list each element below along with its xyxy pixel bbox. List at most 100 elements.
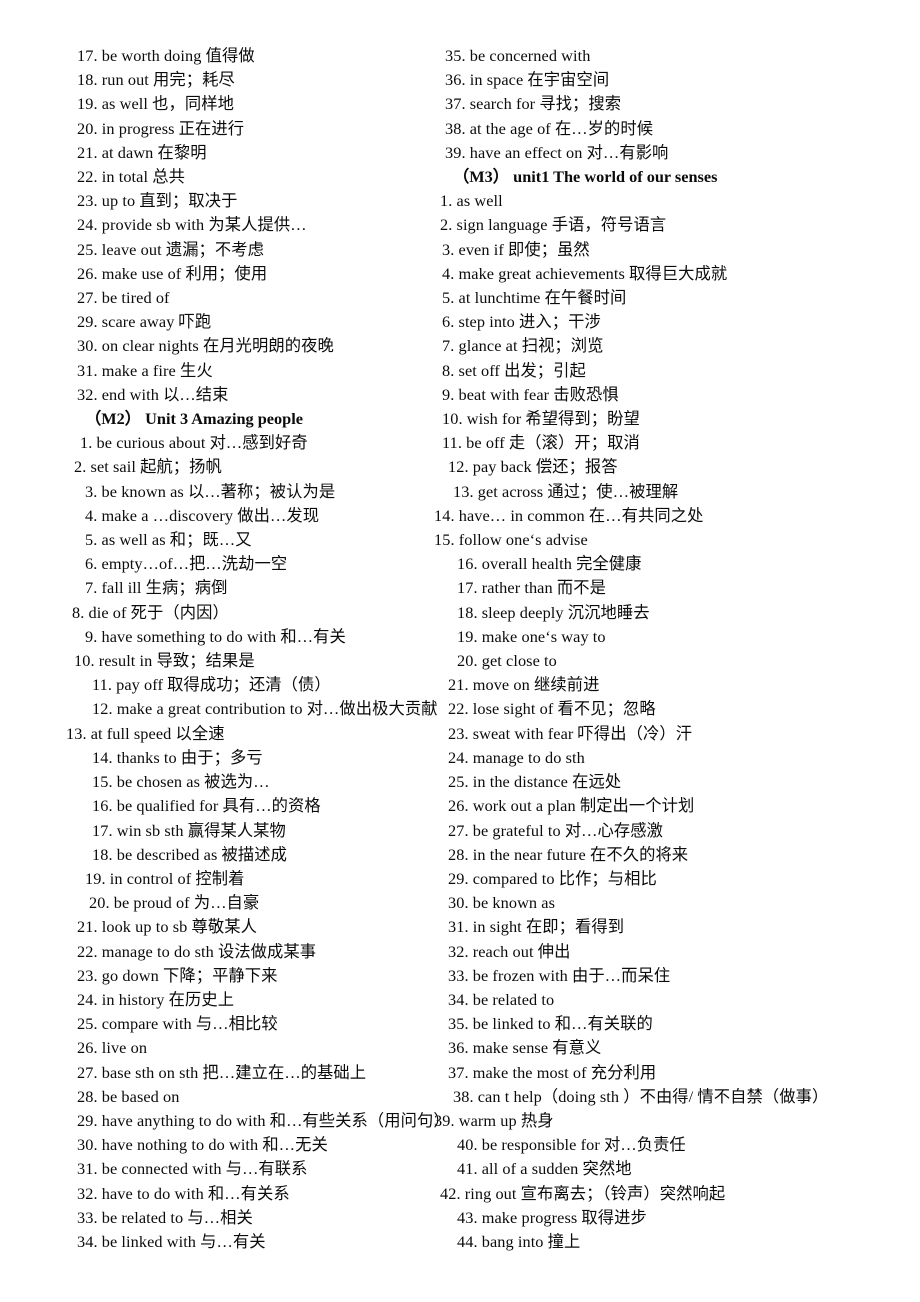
vocabulary-entry: 30. have nothing to do with 和…无关 <box>72 1133 430 1157</box>
entry-number: 44. <box>457 1231 478 1251</box>
entry-text: be proud of 为…自豪 <box>113 893 260 913</box>
entry-number: 2. <box>74 457 87 477</box>
entry-number: 33. <box>448 965 469 985</box>
entry-text: be tired of <box>101 288 170 308</box>
entry-text: get across 通过；使…被理解 <box>477 481 679 501</box>
entry-text: live on <box>101 1038 148 1058</box>
entry-text: pay off 取得成功；还清（债） <box>116 675 331 695</box>
entry-text: at lunchtime 在午餐时间 <box>458 288 627 308</box>
entry-number: 22. <box>77 167 98 187</box>
vocabulary-entry: 24. in history 在历史上 <box>72 988 430 1012</box>
vocabulary-entry: 35. be linked to 和…有关联的 <box>440 1012 920 1036</box>
entry-text: go down 下降；平静下来 <box>101 965 278 985</box>
entry-number: 38. <box>453 1086 474 1106</box>
entry-number: 30. <box>77 1135 98 1155</box>
vocabulary-entry: 39. warm up 热身 <box>434 1109 920 1133</box>
entry-text: be off 走（滚）开；取消 <box>466 433 640 453</box>
entry-number: 32. <box>77 1183 98 1203</box>
vocabulary-entry: 31. be connected with 与…有联系 <box>72 1157 430 1181</box>
entry-number: 3. <box>442 239 455 259</box>
vocabulary-entry: 12. pay back 偿还；报答 <box>440 455 920 479</box>
entry-text: be known as <box>472 893 556 913</box>
vocabulary-entry: 26. work out a plan 制定出一个计划 <box>440 794 920 818</box>
entry-text: have anything to do with 和…有些关系（用问句） <box>101 1110 450 1130</box>
vocabulary-entry: 6. empty…of…把…洗劫一空 <box>72 552 430 576</box>
entry-number: 18. <box>457 602 478 622</box>
entry-number: 20. <box>77 118 98 138</box>
vocabulary-entry: 13. get across 通过；使…被理解 <box>440 480 920 504</box>
vocabulary-entry: 8. set off 出发；引起 <box>440 359 920 383</box>
entry-text: beat with fear 击败恐惧 <box>458 384 619 404</box>
entry-text: run out 用完；耗尽 <box>101 70 235 90</box>
entry-text: be connected with 与…有联系 <box>101 1159 308 1179</box>
entry-text: thanks to 由于；多亏 <box>116 747 263 767</box>
entry-number: 24. <box>77 215 98 235</box>
entry-number: 31. <box>77 360 98 380</box>
entry-number: 37. <box>445 94 466 114</box>
vocabulary-entry: 18. sleep deeply 沉沉地睡去 <box>440 601 920 625</box>
entry-number: 14. <box>92 747 113 767</box>
entry-number: 34. <box>448 989 469 1009</box>
entry-number: 4. <box>85 505 98 525</box>
entry-number: 43. <box>457 1207 478 1227</box>
vocabulary-entry: 13. at full speed 以全速 <box>66 722 430 746</box>
vocabulary-entry: 22. lose sight of 看不见；忽略 <box>440 697 920 721</box>
vocabulary-entry: 15. follow one‘s advise <box>434 528 920 552</box>
entry-text: in control of 控制着 <box>109 868 245 888</box>
vocabulary-entry: 36. in space 在宇宙空间 <box>440 68 920 92</box>
vocabulary-entry: 8. die of 死于（内因） <box>72 601 430 625</box>
vocabulary-entry: 11. pay off 取得成功；还清（债） <box>72 673 430 697</box>
vocabulary-entry: 21. move on 继续前进 <box>440 673 920 697</box>
vocabulary-entry: 19. as well 也，同样地 <box>72 92 430 116</box>
entry-text: make the most of 充分利用 <box>472 1062 657 1082</box>
vocabulary-entry: 38. at the age of 在…岁的时候 <box>440 117 920 141</box>
vocabulary-entry: 25. leave out 遗漏；不考虑 <box>72 238 430 262</box>
vocabulary-entry: 11. be off 走（滚）开；取消 <box>440 431 920 455</box>
entry-text: manage to do sth <box>472 747 585 767</box>
entry-text: make a great contribution to 对…做出极大贡献 <box>116 699 438 719</box>
entry-text: set off 出发；引起 <box>458 360 586 380</box>
vocabulary-entry: 28. be based on <box>72 1085 430 1109</box>
entry-text: in the near future 在不久的将来 <box>472 844 689 864</box>
vocabulary-entry: 3. even if 即使；虽然 <box>440 238 920 262</box>
entry-number: 30. <box>448 893 469 913</box>
entry-number: 27. <box>77 1062 98 1082</box>
entry-text: base sth on sth 把…建立在…的基础上 <box>101 1062 367 1082</box>
vocabulary-entry: 29. compared to 比作；与相比 <box>440 867 920 891</box>
entry-number: 1. <box>80 433 93 453</box>
vocabulary-entry: 24. manage to do sth <box>440 746 920 770</box>
entry-number: 15. <box>434 530 455 550</box>
entry-text: be related to <box>472 989 555 1009</box>
vocabulary-entry: 31. make a fire 生火 <box>72 359 430 383</box>
entry-number: 2. <box>440 215 453 235</box>
entry-number: 7. <box>85 578 98 598</box>
entry-text: sleep deeply 沉沉地睡去 <box>481 602 650 622</box>
vocabulary-entry: 7. fall ill 生病；病倒 <box>72 576 430 600</box>
entry-number: 42. <box>440 1183 461 1203</box>
vocabulary-entry: 4. make a …discovery 做出…发现 <box>72 504 430 528</box>
entry-number: 41. <box>457 1159 478 1179</box>
entry-number: 8. <box>72 602 85 622</box>
vocabulary-entry: 6. step into 进入；干涉 <box>440 310 920 334</box>
entry-text: in space 在宇宙空间 <box>469 70 610 90</box>
entry-number: 18. <box>92 844 113 864</box>
entry-text: have an effect on 对…有影响 <box>469 142 669 162</box>
entry-number: 9. <box>442 384 455 404</box>
vocabulary-entry: 19. in control of 控制着 <box>72 867 430 891</box>
entry-text: make a …discovery 做出…发现 <box>101 505 320 525</box>
entry-text: leave out 遗漏；不考虑 <box>101 239 265 259</box>
entry-text: make a fire 生火 <box>101 360 213 380</box>
entry-number: 13. <box>66 723 87 743</box>
entry-number: 5. <box>85 530 98 550</box>
entry-number: 33. <box>77 1207 98 1227</box>
vocabulary-entry: 30. on clear nights 在月光明朗的夜晚 <box>72 334 430 358</box>
vocabulary-entry: 34. be related to <box>440 988 920 1012</box>
vocabulary-entry: 20. be proud of 为…自豪 <box>72 891 430 915</box>
entry-number: 10. <box>74 651 95 671</box>
entry-text: in sight 在即；看得到 <box>472 917 625 937</box>
entry-text: scare away 吓跑 <box>101 312 212 332</box>
entry-text: on clear nights 在月光明朗的夜晚 <box>101 336 334 356</box>
vocabulary-entry: 39. have an effect on 对…有影响 <box>440 141 920 165</box>
vocabulary-entry: 36. make sense 有意义 <box>440 1036 920 1060</box>
vocabulary-entry: 18. be described as 被描述成 <box>72 843 430 867</box>
